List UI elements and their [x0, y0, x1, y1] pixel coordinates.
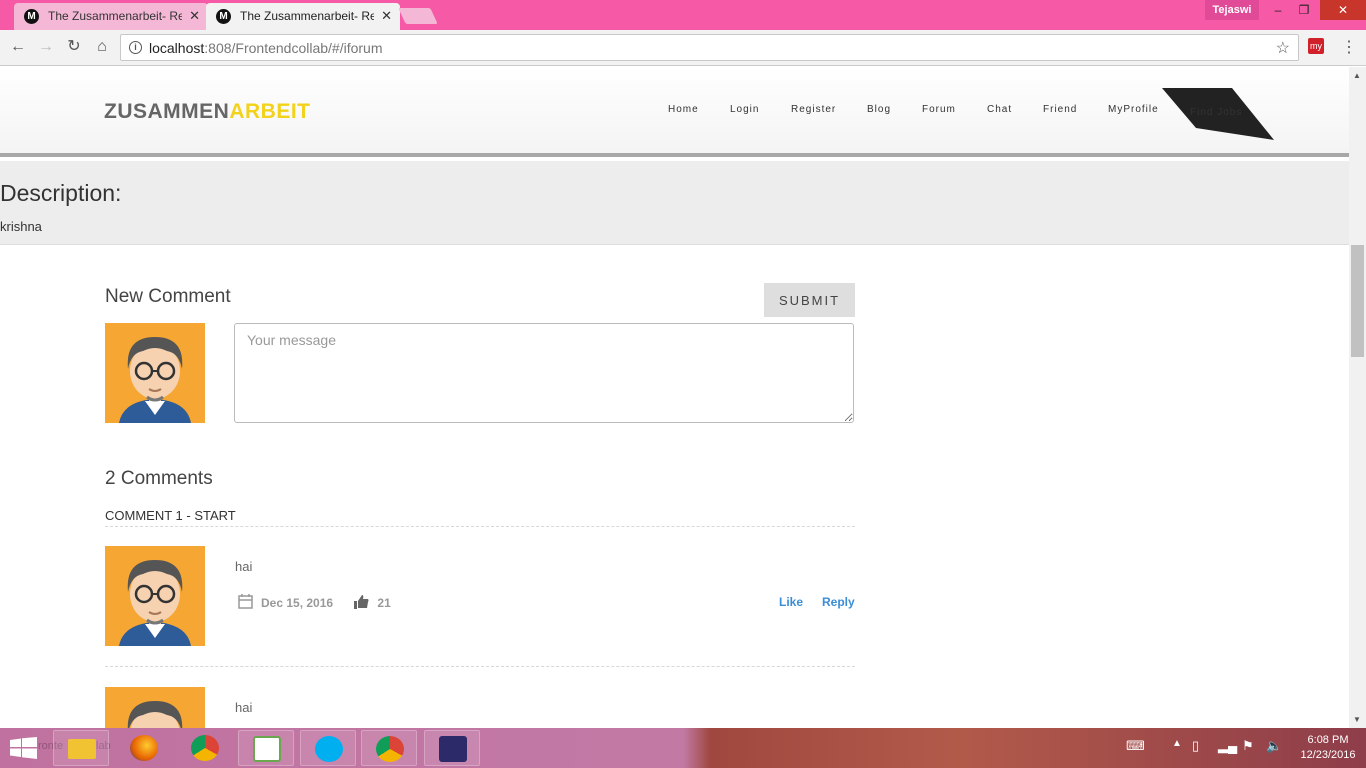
site-logo[interactable]: ZUSAMMENARBEIT: [104, 100, 311, 124]
page-viewport: ZUSAMMENARBEIT Home Login Register Blog …: [0, 67, 1349, 728]
keyboard-icon[interactable]: ⌨: [1126, 738, 1145, 754]
description-heading: Description:: [0, 180, 122, 206]
scrollbar-thumb[interactable]: [1351, 245, 1364, 357]
info-icon[interactable]: i: [129, 41, 142, 54]
avatar: [105, 323, 205, 423]
reload-icon[interactable]: ↻: [64, 37, 84, 57]
volume-icon[interactable]: 🔈: [1266, 738, 1282, 754]
firefox-icon[interactable]: [116, 730, 172, 766]
scroll-down-icon[interactable]: ▼: [1353, 715, 1361, 724]
nav-login[interactable]: Login: [730, 104, 759, 115]
window-close-button[interactable]: ✕: [1320, 0, 1366, 20]
avatar: [105, 687, 205, 728]
skype-icon[interactable]: [300, 730, 356, 766]
find-jobs-label: Find Jobs: [1190, 107, 1243, 118]
comment-divider: [105, 666, 855, 667]
site-header: ZUSAMMENARBEIT Home Login Register Blog …: [0, 67, 1349, 157]
nav-find-jobs[interactable]: Find Jobs: [1162, 88, 1274, 140]
tab-title: The Zusammenarbeit- Re: [48, 9, 182, 23]
bookmark-star-icon[interactable]: ☆: [1276, 38, 1290, 58]
java-ee-ide-icon[interactable]: [424, 730, 480, 766]
scroll-up-icon[interactable]: ▲: [1353, 71, 1361, 80]
battery-icon[interactable]: ▯: [1192, 738, 1199, 754]
file-explorer-icon[interactable]: [53, 730, 109, 766]
extension-icon[interactable]: my: [1308, 38, 1324, 54]
network-icon[interactable]: ▂▄: [1218, 738, 1237, 754]
nav-register[interactable]: Register: [791, 104, 836, 115]
windows-taskbar: ronte lab ⌨ ▲ ▯ ▂▄ ⚑ 🔈 6:08 PM 12/23/201…: [0, 728, 1366, 768]
minimize-button[interactable]: –: [1264, 0, 1292, 20]
forum-description: Description: krishna: [0, 161, 1349, 245]
show-hidden-icons-icon[interactable]: ▲: [1172, 738, 1182, 749]
back-arrow-icon[interactable]: ←: [8, 37, 28, 57]
nav-forum[interactable]: Forum: [922, 104, 956, 115]
maximize-button[interactable]: ❐: [1290, 0, 1318, 20]
windows-start-icon[interactable]: [10, 737, 38, 759]
submit-button[interactable]: SUBMIT: [764, 283, 855, 317]
address-bar[interactable]: i localhost:808/Frontendcollab/#/iforum …: [120, 34, 1299, 61]
nav-myprofile[interactable]: MyProfile: [1108, 104, 1159, 115]
nav-blog[interactable]: Blog: [867, 104, 891, 115]
site-favicon-icon: M: [216, 9, 231, 24]
chrome-icon[interactable]: [177, 730, 233, 766]
description-text: krishna: [0, 219, 42, 234]
chrome-icon[interactable]: [361, 730, 417, 766]
comment-text: hai: [235, 559, 253, 574]
new-tab-button[interactable]: [398, 8, 438, 24]
nav-friend[interactable]: Friend: [1043, 104, 1077, 115]
nav-home[interactable]: Home: [668, 104, 699, 115]
taskbar-clock[interactable]: 6:08 PM 12/23/2016: [1296, 733, 1360, 763]
site-favicon-icon: M: [24, 9, 39, 24]
like-link[interactable]: Like: [779, 595, 803, 609]
new-comment-title: New Comment: [105, 286, 231, 307]
like-count: 21: [377, 596, 391, 610]
browser-tab-strip: M The Zusammenarbeit- Re ✕ M The Zusamme…: [0, 0, 1366, 30]
browser-tab-active[interactable]: M The Zusammenarbeit- Re ✕: [206, 3, 400, 30]
url-text[interactable]: localhost:808/Frontendcollab/#/iforum: [149, 40, 382, 56]
clock-date: 12/23/2016: [1300, 749, 1356, 761]
tab-title: The Zusammenarbeit- Re: [240, 9, 374, 23]
flag-icon[interactable]: ⚑: [1242, 738, 1254, 754]
thumbs-up-icon[interactable]: [354, 594, 369, 612]
forward-arrow-icon[interactable]: →: [36, 37, 56, 57]
profile-badge[interactable]: Tejaswi: [1205, 0, 1259, 20]
comments-count: 2 Comments: [105, 468, 213, 489]
avatar: [105, 546, 205, 646]
clock-time: 6:08 PM: [1307, 734, 1349, 746]
browser-tab[interactable]: M The Zusammenarbeit- Re ✕: [14, 3, 208, 30]
close-tab-icon[interactable]: ✕: [381, 3, 392, 29]
notepad-plus-plus-icon[interactable]: [238, 730, 294, 766]
message-input[interactable]: [234, 323, 854, 423]
nav-chat[interactable]: Chat: [987, 104, 1012, 115]
browser-toolbar: ← → ↻ ⌂ i localhost:808/Frontendcollab/#…: [0, 30, 1366, 66]
reply-link[interactable]: Reply: [822, 595, 855, 609]
home-icon[interactable]: ⌂: [92, 37, 112, 57]
close-tab-icon[interactable]: ✕: [189, 3, 200, 29]
comment-text: hai: [235, 700, 253, 715]
comment-meta: Dec 15, 2016 21: [238, 594, 391, 612]
comment-start-label: COMMENT 1 - START: [105, 508, 855, 527]
page-scrollbar[interactable]: ▲ ▼: [1349, 67, 1366, 728]
browser-menu-icon[interactable]: ⋮: [1341, 37, 1357, 57]
calendar-icon: [238, 594, 253, 612]
comment-date: Dec 15, 2016: [261, 596, 334, 610]
